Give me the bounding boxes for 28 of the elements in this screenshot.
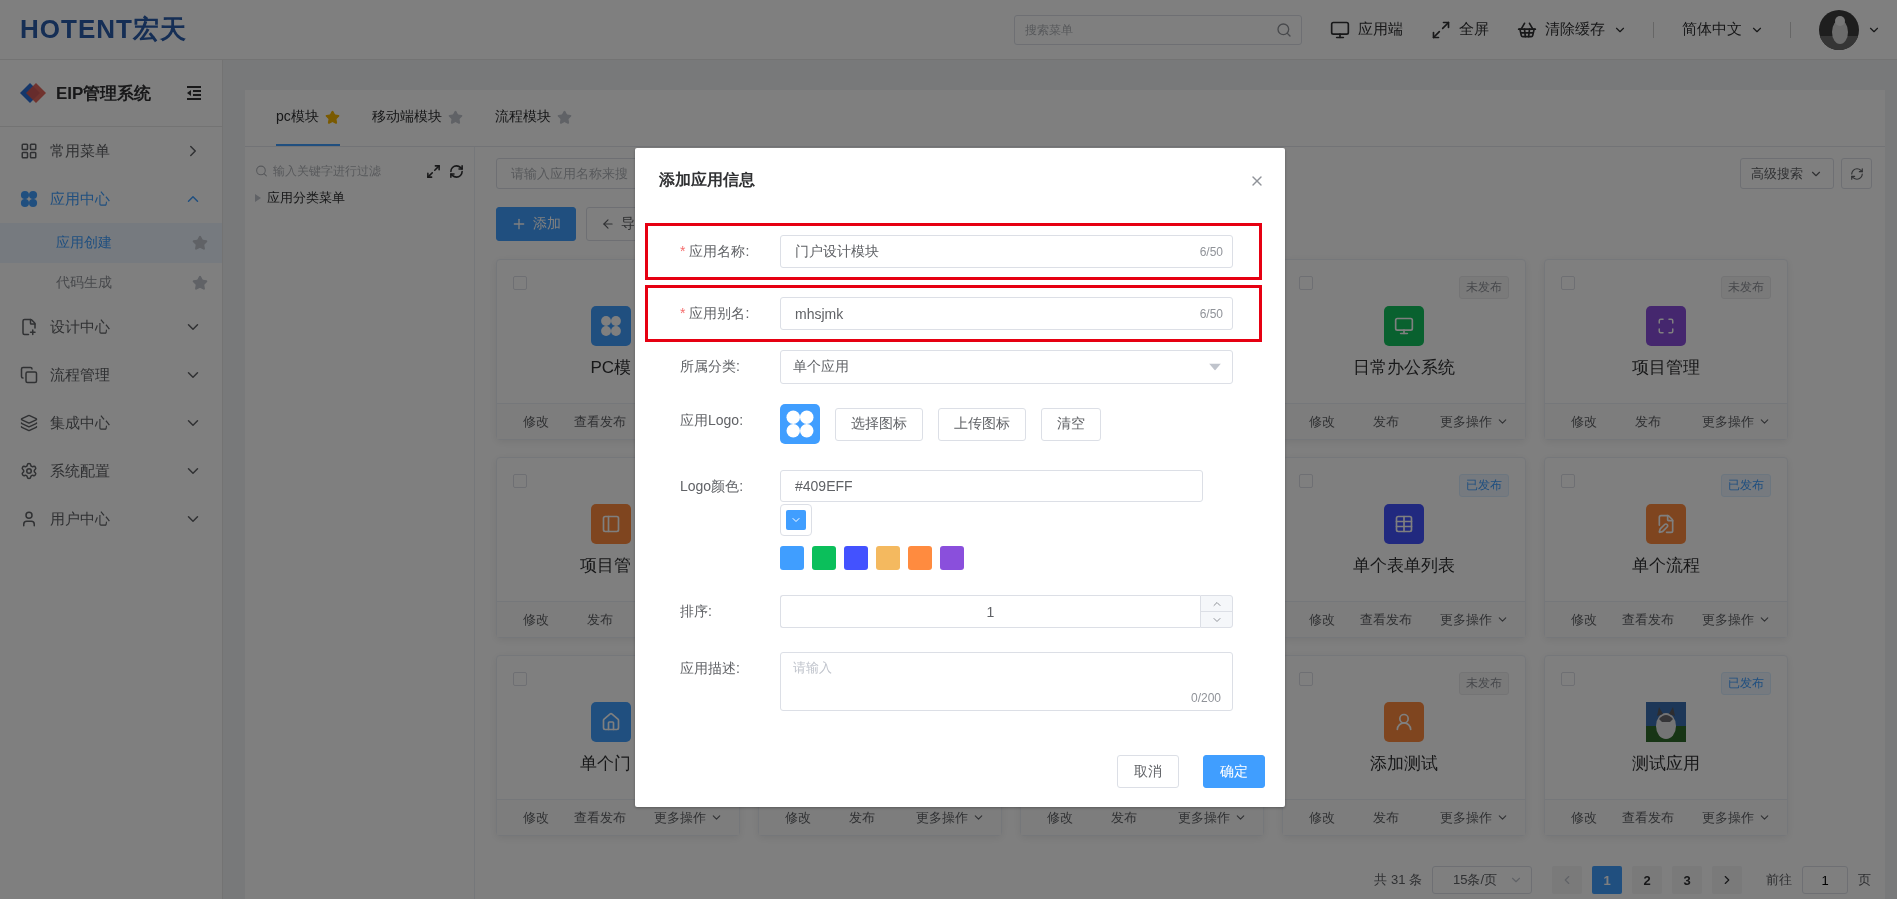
field-label: 所属分类: [680, 357, 741, 376]
app-title: 项目管理 [1632, 357, 1700, 379]
field-label: * 应用别名: [680, 304, 751, 323]
character-count: 0/200 [1190, 691, 1221, 705]
field-label: 应用Logo: [680, 411, 745, 430]
goto-label: 前往 [1766, 871, 1792, 889]
character-count: 6/50 [1199, 244, 1223, 259]
field-label: * 应用名称: [680, 242, 751, 261]
system-title: EIP管理系统 [56, 82, 153, 105]
app-title: 测试应用 [1632, 753, 1700, 775]
status-tag: 已发布 [1459, 474, 1509, 497]
logo: HOTENT宏天 [20, 13, 187, 46]
field-label: 排序: [680, 602, 713, 621]
app-title: 日常办公系统 [1353, 357, 1455, 379]
field-label: Logo颜色: [680, 477, 745, 496]
field-label: 应用描述: [680, 659, 741, 678]
dialog-title: 添加应用信息 [659, 170, 755, 190]
app-title: 单个流程 [1632, 555, 1700, 577]
page-suffix: 页 [1858, 871, 1871, 889]
total-count: 共 31 条 [1374, 871, 1422, 889]
app-title: 项目管 [580, 555, 631, 577]
app-title: 单个门 [580, 753, 631, 775]
app-title: 添加测试 [1370, 753, 1438, 775]
app-title: 单个表单列表 [1353, 555, 1455, 577]
character-count: 6/50 [1199, 306, 1223, 321]
app-title: PC模 [590, 357, 631, 379]
status-tag: 已发布 [1721, 474, 1771, 497]
status-tag: 已发布 [1721, 672, 1771, 695]
